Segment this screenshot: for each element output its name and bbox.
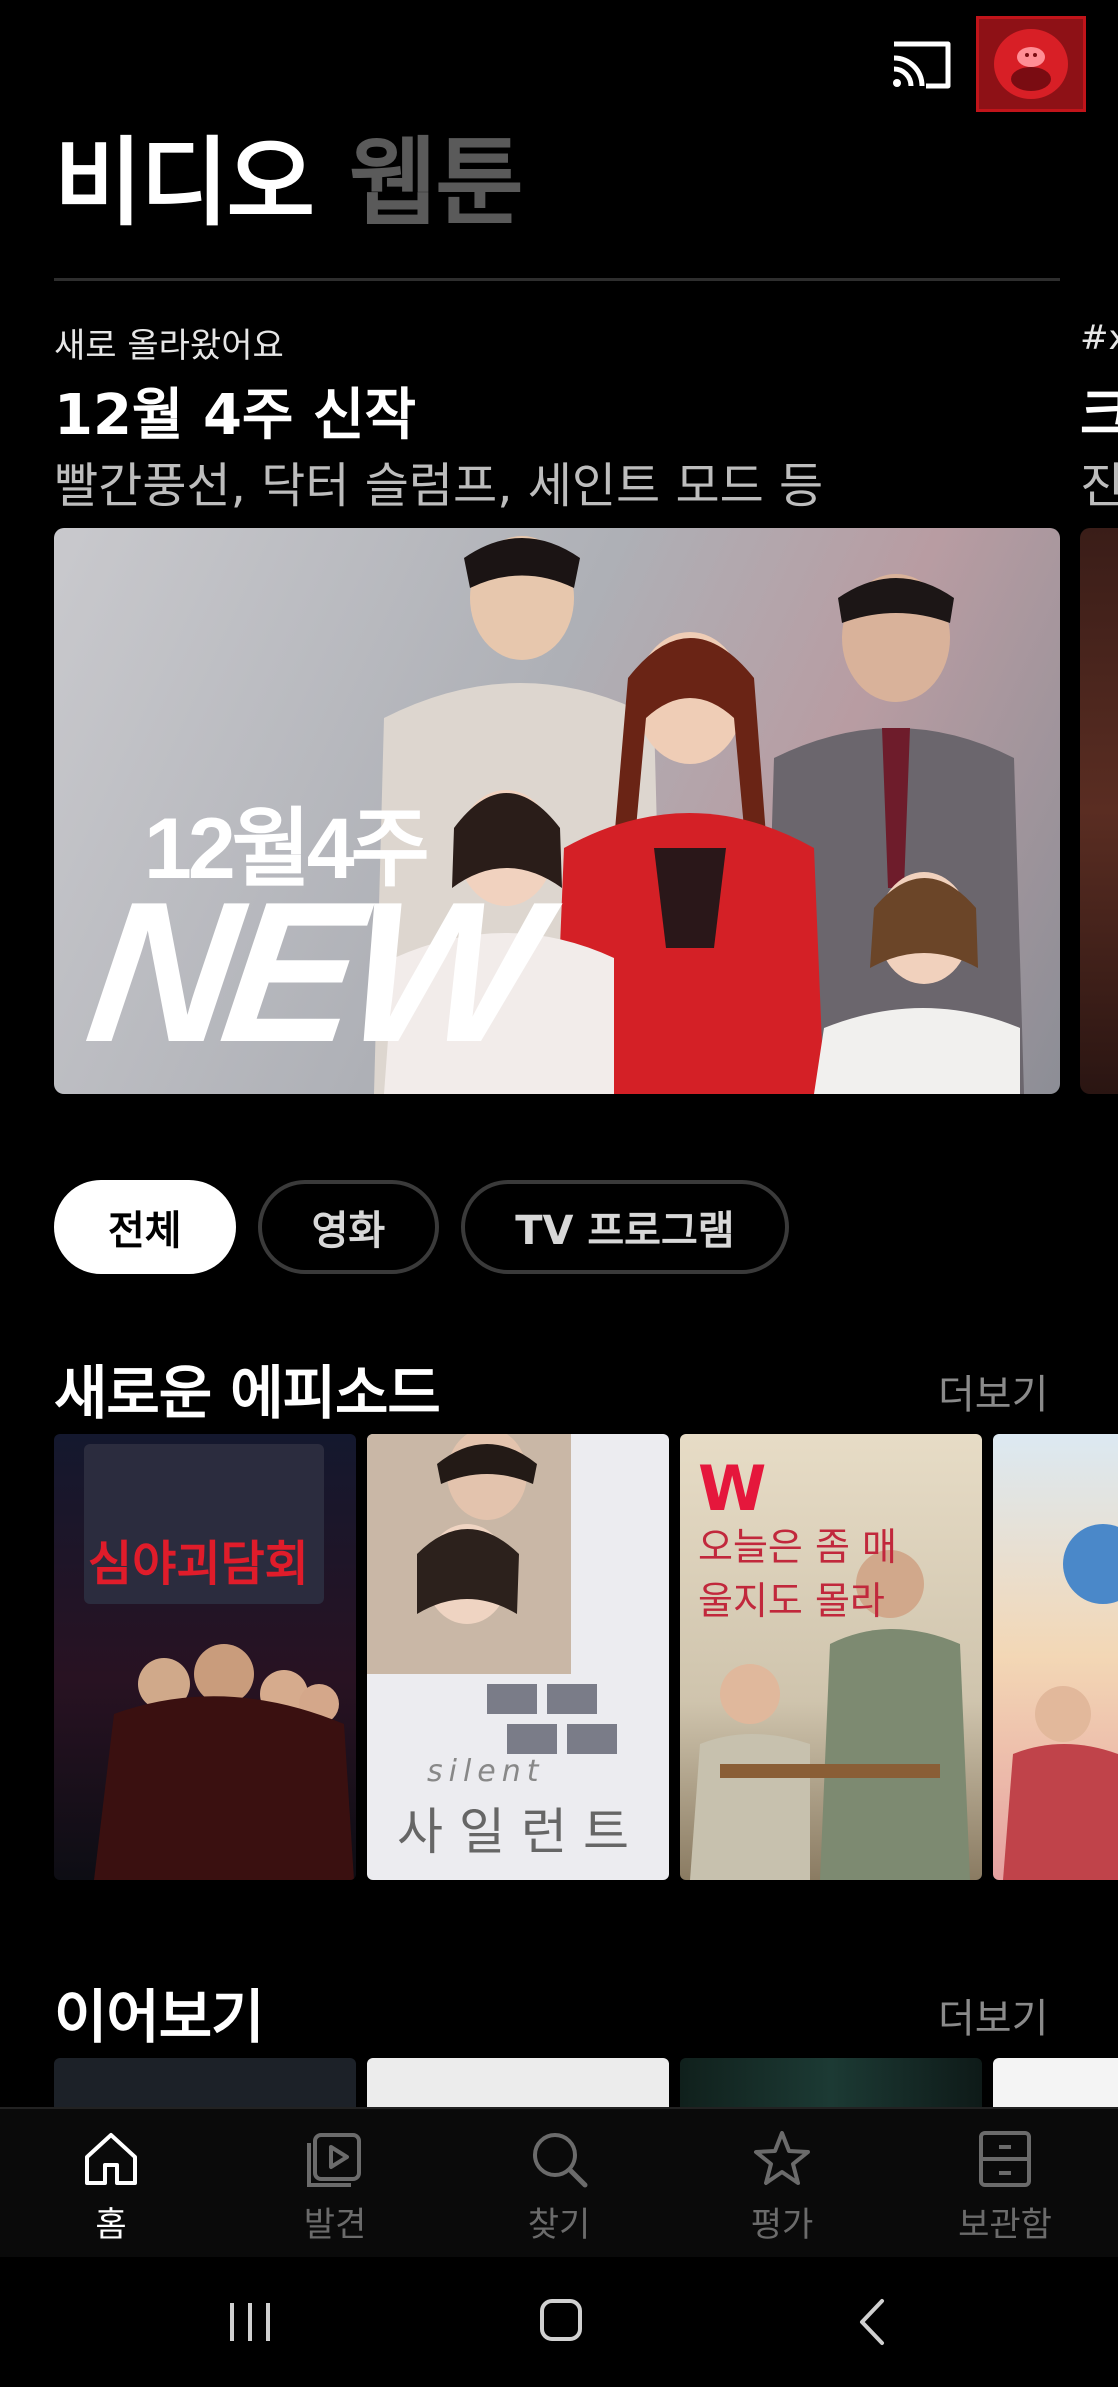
profile-avatar xyxy=(994,29,1068,99)
profile-button[interactable] xyxy=(976,16,1086,112)
search-icon xyxy=(533,2133,588,2188)
poster-subtitle: silent xyxy=(427,1754,545,1789)
system-nav-bar xyxy=(0,2257,1118,2387)
poster-card[interactable]: W 오늘은 좀 매울지도 몰라 xyxy=(680,1434,982,1880)
star-icon xyxy=(754,2131,810,2185)
back-icon[interactable] xyxy=(852,2295,892,2349)
continue-card[interactable] xyxy=(993,2058,1118,2108)
hero-title: 12월 4주 신작 xyxy=(54,383,416,448)
continue-card[interactable] xyxy=(680,2058,982,2108)
bottom-nav: 홈 발견 찾기 평가 보관함 xyxy=(0,2107,1118,2259)
section-tabs: 비디오 웹툰 xyxy=(54,127,524,244)
storage-box-icon xyxy=(979,2131,1031,2187)
continue-card[interactable] xyxy=(367,2058,669,2108)
poster-art xyxy=(84,1444,354,1880)
nav-storage[interactable]: 보관함 xyxy=(925,2127,1085,2246)
tab-webtoon[interactable]: 웹툰 xyxy=(349,105,524,244)
nav-storage-label: 보관함 xyxy=(958,2205,1052,2245)
filter-chips: 전체 영화 TV 프로그램 xyxy=(54,1180,789,1274)
poster-title: 심야괴담회 xyxy=(88,1536,309,1592)
poster-card[interactable]: 심야괴담회 xyxy=(54,1434,356,1880)
poster-badge: W xyxy=(698,1452,767,1525)
next-hero-banner[interactable] xyxy=(1080,528,1118,1094)
nav-discover[interactable]: 발견 xyxy=(255,2127,415,2246)
banner-text-new: NEW xyxy=(76,861,545,1084)
continue-watching-title: 이어보기 xyxy=(54,1983,264,2051)
poster-card[interactable]: silent 사일런트 xyxy=(367,1434,669,1880)
nav-home[interactable]: 홈 xyxy=(31,2127,191,2246)
next-hero-kicker: #x xyxy=(1080,318,1118,358)
home-system-icon[interactable] xyxy=(536,2295,586,2345)
new-episodes-more-link[interactable]: 더보기 xyxy=(938,1362,1048,1420)
nav-home-label: 홈 xyxy=(95,2205,127,2245)
tab-video[interactable]: 비디오 xyxy=(54,105,315,244)
nav-search[interactable]: 찾기 xyxy=(479,2127,639,2246)
nav-search-label: 찾기 xyxy=(527,2205,591,2245)
new-episodes-title: 새로운 에피소드 xyxy=(54,1359,441,1427)
nav-rate-label: 평가 xyxy=(750,2205,814,2245)
chip-tv[interactable]: TV 프로그램 xyxy=(461,1180,789,1274)
divider xyxy=(54,278,1060,281)
hero-banner[interactable]: 12월4주 NEW xyxy=(54,528,1060,1094)
continue-card[interactable] xyxy=(54,2058,356,2108)
play-discover-icon xyxy=(307,2133,361,2187)
next-hero-title: 크 xyxy=(1080,383,1118,448)
hero-subtitle: 빨간풍선, 닥터 슬럼프, 세인트 모드 등 xyxy=(54,458,824,514)
poster-card[interactable] xyxy=(993,1434,1118,1880)
continue-watching-more-link[interactable]: 더보기 xyxy=(938,1986,1048,2044)
recent-apps-icon[interactable] xyxy=(222,2297,278,2347)
nav-discover-label: 발견 xyxy=(303,2205,367,2245)
chip-movies[interactable]: 영화 xyxy=(257,1180,440,1274)
hero-kicker: 새로 올라왔어요 xyxy=(54,326,284,366)
poster-title: 오늘은 좀 매울지도 몰라 xyxy=(698,1525,897,1623)
cast-icon[interactable] xyxy=(888,38,954,92)
next-hero-subtitle: 진 xyxy=(1080,458,1118,514)
chip-all[interactable]: 전체 xyxy=(54,1180,236,1274)
home-icon xyxy=(85,2133,137,2185)
nav-rate[interactable]: 평가 xyxy=(702,2127,862,2246)
poster-art xyxy=(1003,1524,1118,1880)
poster-title: 사일런트 xyxy=(397,1803,645,1861)
